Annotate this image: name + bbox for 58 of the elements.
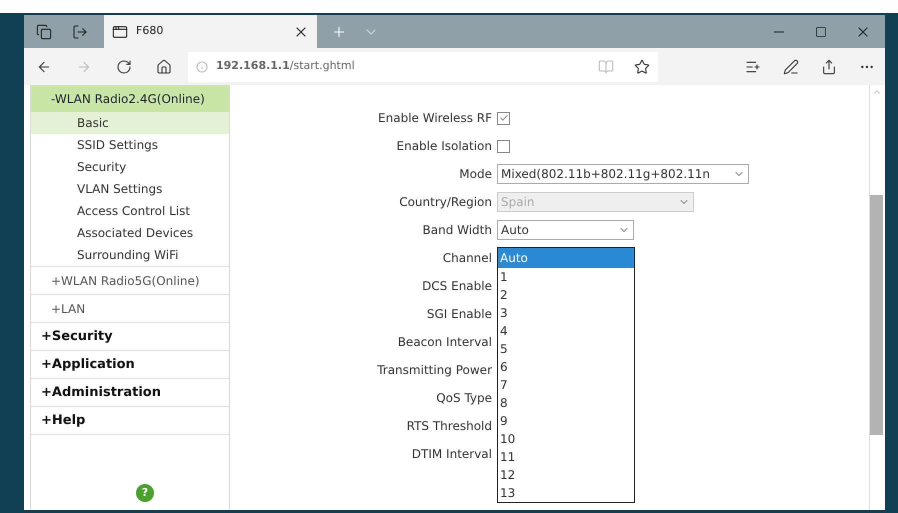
field-label: Channel — [442, 250, 492, 267]
field-label: RTS Threshold — [406, 418, 492, 435]
browser-tab[interactable]: F680 — [104, 15, 317, 48]
checkbox[interactable] — [497, 140, 510, 152]
address-bar[interactable]: 192.168.1.1/start.ghtml — [188, 52, 658, 82]
dropdown-option[interactable]: 6 — [498, 358, 634, 376]
field-label: DTIM Interval — [410, 446, 492, 463]
restore-tabs-icon[interactable] — [72, 24, 88, 40]
dropdown-option[interactable]: 9 — [498, 412, 634, 430]
check-icon — [498, 113, 508, 123]
dropdown-option[interactable]: 5 — [498, 340, 634, 358]
sidebar-item[interactable]: Basic — [31, 112, 229, 134]
home-icon[interactable] — [156, 58, 172, 74]
field-label: Transmitting Power — [376, 362, 492, 379]
checkbox[interactable] — [497, 112, 510, 124]
page-icon — [112, 24, 128, 40]
dropdown-option[interactable]: 11 — [498, 448, 634, 466]
dropdown-option[interactable]: 3 — [498, 304, 634, 322]
dropdown-option[interactable]: 13 — [498, 484, 634, 502]
dropdown-option[interactable]: 4 — [498, 322, 634, 340]
field-label: Beacon Interval — [396, 334, 492, 351]
maximize-icon[interactable] — [815, 26, 827, 38]
dropdown-option[interactable]: 7 — [498, 376, 634, 394]
refresh-icon[interactable] — [116, 58, 132, 74]
field-label: DCS Enable — [421, 278, 492, 295]
sidebar-item[interactable]: VLAN Settings — [31, 178, 229, 200]
sidebar-group[interactable]: +WLAN Radio5G(Online) — [31, 267, 229, 294]
dropdown-option[interactable]: 1 — [498, 268, 634, 286]
scrollbar[interactable] — [869, 85, 883, 510]
field-label: Enable Wireless RF — [377, 110, 492, 127]
dropdown-option[interactable]: 2 — [498, 286, 634, 304]
sidebar-item[interactable]: Security — [31, 156, 229, 178]
sidebar-item[interactable]: Surrounding WiFi — [31, 244, 229, 266]
share-icon[interactable] — [821, 58, 837, 74]
field-label: SGI Enable — [426, 306, 492, 323]
sidebar-group[interactable]: -WLAN Radio2.4G(Online) — [31, 85, 229, 112]
sidebar-section[interactable]: +Help — [31, 407, 229, 435]
sidebar-section[interactable]: +Application — [31, 351, 229, 379]
sidebar-item[interactable]: SSID Settings — [31, 134, 229, 156]
pen-icon[interactable] — [783, 58, 799, 74]
select-field[interactable]: Auto — [497, 220, 634, 240]
dropdown-option[interactable]: 8 — [498, 394, 634, 412]
field-label: Band Width — [422, 222, 492, 239]
select-field[interactable]: Mixed(802.11b+802.11g+802.11n — [497, 164, 749, 184]
dropdown-option[interactable]: 10 — [498, 430, 634, 448]
field-label: Enable Isolation — [396, 138, 492, 155]
sidebar-item[interactable]: Associated Devices — [31, 222, 229, 244]
sidebar-group[interactable]: +LAN — [31, 295, 229, 322]
tabs-aside-icon[interactable] — [36, 24, 52, 40]
star-icon[interactable] — [634, 58, 650, 74]
dropdown-option[interactable]: 12 — [498, 466, 634, 484]
sidebar-section[interactable]: +Security — [31, 323, 229, 351]
sidebar-section[interactable]: +Administration — [31, 379, 229, 407]
sidebar-item[interactable]: Access Control List — [31, 200, 229, 222]
field-label: QoS Type — [435, 390, 492, 407]
field-label: Mode — [458, 166, 492, 183]
field-label: Country/Region — [398, 194, 492, 211]
dropdown-option[interactable]: Auto — [498, 248, 634, 268]
